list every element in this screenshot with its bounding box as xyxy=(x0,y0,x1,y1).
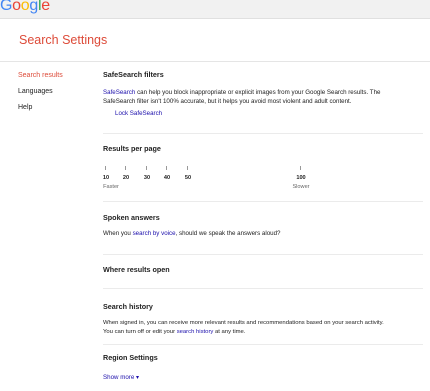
logo-letter: G xyxy=(0,0,13,14)
search-history-text: When signed in, you can receive more rel… xyxy=(103,319,425,336)
search-by-voice-link[interactable]: search by voice xyxy=(133,230,176,237)
section-divider xyxy=(103,254,423,255)
spoken-answers-title: Spoken answers xyxy=(103,213,160,222)
region-settings-section: Region Settings Show more ▾ xyxy=(103,353,425,383)
slider-tick xyxy=(146,166,147,170)
logo-letter: o xyxy=(12,0,21,14)
search-history-title: Search history xyxy=(103,302,153,311)
tick-label-20[interactable]: 20 xyxy=(123,175,129,181)
slider-tick xyxy=(125,166,126,170)
search-history-link[interactable]: search history xyxy=(177,329,214,335)
tick-label-30[interactable]: 30 xyxy=(144,175,150,181)
spoken-text-pre: When you xyxy=(103,230,133,237)
google-logo[interactable]: Google xyxy=(0,0,50,15)
safesearch-text-2: SafeSearch filter isn't 100% accurate, b… xyxy=(103,97,352,105)
history-line-2-post: at any time. xyxy=(213,328,246,335)
safesearch-text-1: can help you block inappropriate or expl… xyxy=(135,89,381,96)
tick-label-100[interactable]: 100 xyxy=(296,175,305,181)
show-more-link[interactable]: Show more ▾ xyxy=(103,374,425,383)
results-per-page-title: Results per page xyxy=(103,144,161,153)
sidebar-item-search-results[interactable]: Search results xyxy=(18,68,63,84)
section-divider xyxy=(103,201,423,202)
top-bar: Google xyxy=(0,0,430,19)
page-title: Search Settings xyxy=(19,33,108,47)
logo-letter: e xyxy=(41,0,50,14)
faster-label: Faster xyxy=(103,184,119,190)
tick-label-40[interactable]: 40 xyxy=(164,175,170,181)
section-divider xyxy=(103,133,423,134)
slider-tick xyxy=(166,166,167,170)
where-results-open-title: Where results open xyxy=(103,265,170,274)
where-results-open-section[interactable]: Where results open xyxy=(103,265,425,274)
tick-label-10[interactable]: 10 xyxy=(103,175,109,181)
history-line-2-pre: You can turn off or edit your xyxy=(103,328,177,335)
lock-safesearch-link[interactable]: Lock SafeSearch xyxy=(115,110,425,119)
spoken-answers-text: When you search by voice, should we spea… xyxy=(103,230,425,239)
region-settings-title: Region Settings xyxy=(103,353,158,362)
sidebar-item-help[interactable]: Help xyxy=(18,100,63,116)
history-line-1: When signed in, you can receive more rel… xyxy=(103,320,384,326)
slider-tick xyxy=(187,166,188,170)
section-divider xyxy=(103,288,423,289)
search-history-section: Search history When signed in, you can r… xyxy=(103,302,425,336)
spoken-text-post: , should we speak the answers aloud? xyxy=(175,230,281,237)
safesearch-link[interactable]: SafeSearch xyxy=(103,89,135,96)
results-per-page-slider[interactable]: 10 20 30 40 50 100 Faster Slower xyxy=(103,166,323,206)
safesearch-title: SafeSearch filters xyxy=(103,70,164,79)
sidebar-item-languages[interactable]: Languages xyxy=(18,84,63,100)
safesearch-description: SafeSearch can help you block inappropri… xyxy=(103,89,425,106)
slider-tick xyxy=(105,166,106,170)
safesearch-section: SafeSearch filters SafeSearch can help y… xyxy=(103,70,425,119)
logo-letter: o xyxy=(20,0,30,14)
slider-tick xyxy=(300,166,301,170)
spoken-answers-section: Spoken answers When you search by voice,… xyxy=(103,213,425,239)
section-divider xyxy=(103,344,423,345)
tick-label-50[interactable]: 50 xyxy=(185,175,191,181)
results-per-page-section: Results per page 10 20 30 40 50 100 Fast… xyxy=(103,144,425,190)
sidebar: Search results Languages Help xyxy=(18,68,63,116)
logo-letter: g xyxy=(29,0,38,14)
slower-label: Slower xyxy=(292,184,310,190)
